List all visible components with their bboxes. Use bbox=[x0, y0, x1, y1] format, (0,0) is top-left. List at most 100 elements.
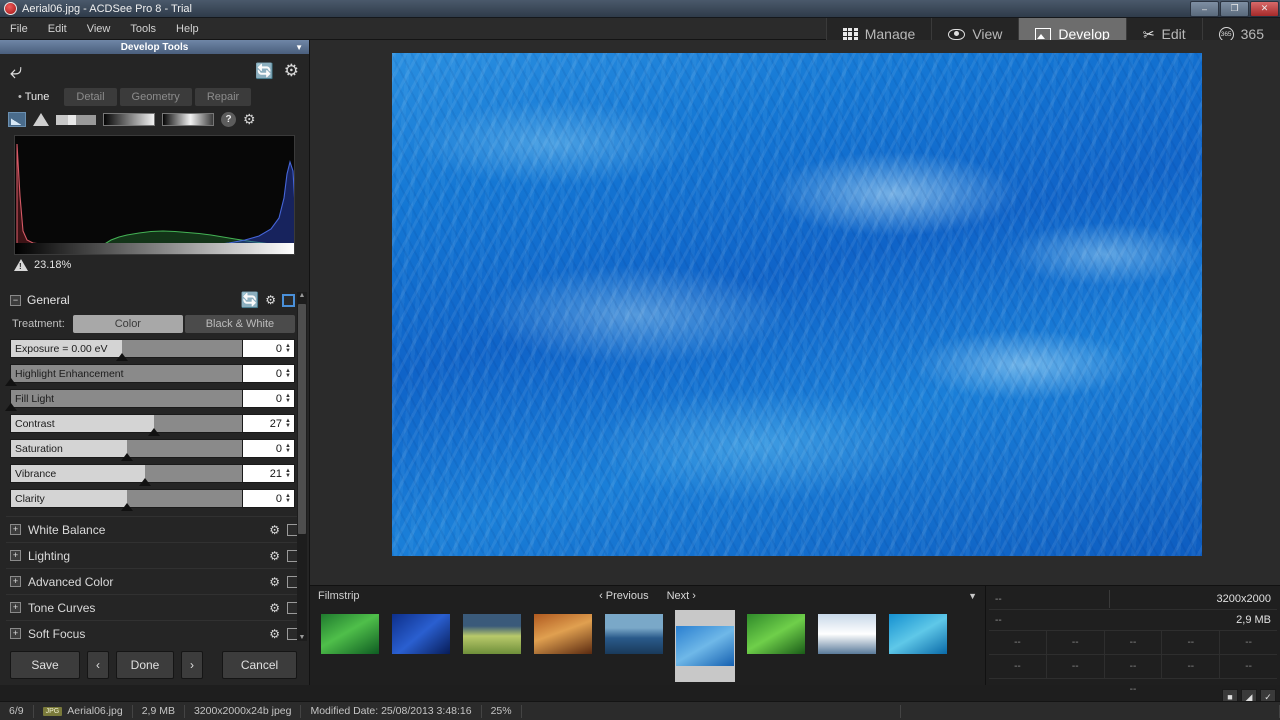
slider-value-field[interactable]: 0 ▲ ▼ bbox=[243, 339, 295, 358]
brush-icon[interactable] bbox=[56, 114, 96, 125]
tool-tab-repair[interactable]: Repair bbox=[194, 88, 252, 106]
slider-value-field[interactable]: 0 ▲ ▼ bbox=[243, 389, 295, 408]
slider-fill-light[interactable]: Fill Light 0 ▲ ▼ bbox=[5, 389, 295, 411]
menu-edit[interactable]: Edit bbox=[38, 23, 77, 35]
slider-thumb[interactable] bbox=[148, 428, 161, 436]
section-gear-icon[interactable]: ⚙ bbox=[269, 601, 280, 615]
section-enable-checkbox[interactable] bbox=[282, 293, 295, 307]
slider-thumb[interactable] bbox=[5, 378, 17, 386]
slider-contrast[interactable]: Contrast 27 ▲ ▼ bbox=[10, 414, 295, 436]
slider-clarity[interactable]: Clarity 0 ▲ ▼ bbox=[10, 489, 295, 511]
filmstrip-item-5[interactable] bbox=[604, 610, 664, 658]
menu-file[interactable]: File bbox=[0, 23, 38, 35]
general-section-header[interactable]: − General 🔄 ⚙ bbox=[10, 290, 295, 310]
section-soft-focus[interactable]: + Soft Focus ⚙ bbox=[6, 620, 303, 643]
slider-track[interactable]: Saturation bbox=[10, 439, 243, 461]
previous-image-button[interactable]: ‹ bbox=[87, 651, 109, 679]
collapse-icon[interactable]: − bbox=[10, 294, 21, 306]
menu-view[interactable]: View bbox=[77, 23, 121, 35]
slider-track[interactable]: Vibrance bbox=[10, 464, 243, 486]
slider-value-field[interactable]: 0 ▲ ▼ bbox=[243, 489, 295, 508]
done-button[interactable]: Done bbox=[116, 651, 174, 679]
scroll-down-arrow[interactable]: ▼ bbox=[297, 634, 307, 641]
section-gear-icon[interactable]: ⚙ bbox=[269, 549, 280, 563]
scrollbar-thumb[interactable] bbox=[298, 304, 306, 534]
image-canvas[interactable] bbox=[392, 53, 1202, 556]
spinner-icon[interactable]: ▲ ▼ bbox=[285, 493, 291, 504]
reset-icon[interactable]: 🔄 bbox=[241, 291, 260, 309]
slider-thumb[interactable] bbox=[115, 353, 128, 361]
section-gear-icon[interactable]: ⚙ bbox=[265, 293, 276, 307]
slider-thumb[interactable] bbox=[120, 503, 133, 511]
filmstrip-item-4[interactable] bbox=[533, 610, 593, 658]
filmstrip-item-6-selected[interactable] bbox=[675, 610, 735, 682]
next-image-button[interactable]: › bbox=[181, 651, 203, 679]
tool-tab-detail[interactable]: Detail bbox=[64, 88, 117, 106]
slider-thumb[interactable] bbox=[138, 478, 151, 486]
settings-gear-icon[interactable]: ⚙ bbox=[243, 111, 256, 127]
undo-arrow-icon[interactable]: ⤶ bbox=[10, 60, 22, 82]
slider-value-field[interactable]: 27 ▲ ▼ bbox=[243, 414, 295, 433]
help-icon[interactable]: ? bbox=[221, 112, 236, 127]
warning-triangle-icon[interactable] bbox=[33, 113, 49, 126]
section-lighting[interactable]: + Lighting ⚙ bbox=[6, 542, 303, 568]
tool-tab-tune[interactable]: Tune bbox=[6, 88, 61, 106]
slider-track[interactable]: Fill Light bbox=[5, 389, 243, 411]
section-white-balance[interactable]: + White Balance ⚙ bbox=[6, 516, 303, 542]
slider-thumb[interactable] bbox=[120, 453, 133, 461]
slider-value-field[interactable]: 0 ▲ ▼ bbox=[243, 364, 295, 383]
filmstrip-item-3[interactable] bbox=[462, 610, 522, 658]
spinner-icon[interactable]: ▲ ▼ bbox=[285, 468, 291, 479]
scroll-up-arrow[interactable]: ▲ bbox=[297, 292, 307, 299]
cancel-button[interactable]: Cancel bbox=[222, 651, 297, 679]
section-gear-icon[interactable]: ⚙ bbox=[269, 627, 280, 641]
spinner-icon[interactable]: ▲ ▼ bbox=[285, 343, 291, 354]
filmstrip-item-2[interactable] bbox=[391, 610, 451, 658]
slider-thumb[interactable] bbox=[5, 403, 17, 411]
next-button[interactable]: Next › bbox=[667, 590, 696, 602]
slider-track[interactable]: Contrast bbox=[10, 414, 243, 436]
filmstrip-item-8[interactable] bbox=[817, 610, 877, 658]
menu-help[interactable]: Help bbox=[166, 23, 209, 35]
gradient-radial-icon[interactable] bbox=[162, 113, 214, 126]
panel-scrollbar[interactable]: ▲ ▼ bbox=[297, 292, 307, 641]
menu-tools[interactable]: Tools bbox=[120, 23, 166, 35]
slider-track[interactable]: Exposure = 0.00 eV bbox=[10, 339, 243, 361]
expand-icon[interactable]: + bbox=[10, 576, 21, 587]
filmstrip-item-7[interactable] bbox=[746, 610, 806, 658]
filmstrip-item-1[interactable] bbox=[320, 610, 380, 658]
chevron-down-icon[interactable]: ▼ bbox=[295, 43, 303, 52]
section-advanced-color[interactable]: + Advanced Color ⚙ bbox=[6, 568, 303, 594]
expand-icon[interactable]: + bbox=[10, 602, 21, 613]
slider-track[interactable]: Highlight Enhancement bbox=[5, 364, 243, 386]
spinner-icon[interactable]: ▲ ▼ bbox=[285, 393, 291, 404]
slider-exposure[interactable]: Exposure = 0.00 eV 0 ▲ ▼ bbox=[10, 339, 295, 361]
spinner-icon[interactable]: ▲ ▼ bbox=[285, 368, 291, 379]
expand-icon[interactable]: + bbox=[10, 524, 21, 535]
filmstrip-item-9[interactable] bbox=[888, 610, 948, 658]
gradient-bar-icon[interactable] bbox=[103, 113, 155, 126]
expand-icon[interactable]: + bbox=[10, 550, 21, 561]
close-button[interactable]: ✕ bbox=[1250, 0, 1279, 17]
tool-tab-geometry[interactable]: Geometry bbox=[119, 88, 192, 106]
treatment-bw-button[interactable]: Black & White bbox=[184, 315, 295, 333]
restore-button[interactable]: ❐ bbox=[1220, 0, 1249, 17]
treatment-color-button[interactable]: Color bbox=[72, 315, 183, 333]
save-button[interactable]: Save bbox=[10, 651, 80, 679]
slider-highlight-enhancement[interactable]: Highlight Enhancement 0 ▲ ▼ bbox=[5, 364, 295, 386]
slider-saturation[interactable]: Saturation 0 ▲ ▼ bbox=[10, 439, 295, 461]
slider-vibrance[interactable]: Vibrance 21 ▲ ▼ bbox=[10, 464, 295, 486]
histogram-icon[interactable] bbox=[8, 112, 26, 127]
section-tone-curves[interactable]: + Tone Curves ⚙ bbox=[6, 594, 303, 620]
section-gear-icon[interactable]: ⚙ bbox=[269, 523, 280, 537]
spinner-icon[interactable]: ▲ ▼ bbox=[285, 418, 291, 429]
refresh-icon[interactable]: 🔄 bbox=[255, 62, 274, 80]
slider-value-field[interactable]: 21 ▲ ▼ bbox=[243, 464, 295, 483]
expand-icon[interactable]: + bbox=[10, 628, 21, 639]
slider-value-field[interactable]: 0 ▲ ▼ bbox=[243, 439, 295, 458]
section-gear-icon[interactable]: ⚙ bbox=[269, 575, 280, 589]
previous-button[interactable]: ‹ Previous bbox=[599, 590, 649, 602]
slider-track[interactable]: Clarity bbox=[10, 489, 243, 511]
gear-icon[interactable]: ⚙ bbox=[284, 61, 299, 81]
spinner-icon[interactable]: ▲ ▼ bbox=[285, 443, 291, 454]
